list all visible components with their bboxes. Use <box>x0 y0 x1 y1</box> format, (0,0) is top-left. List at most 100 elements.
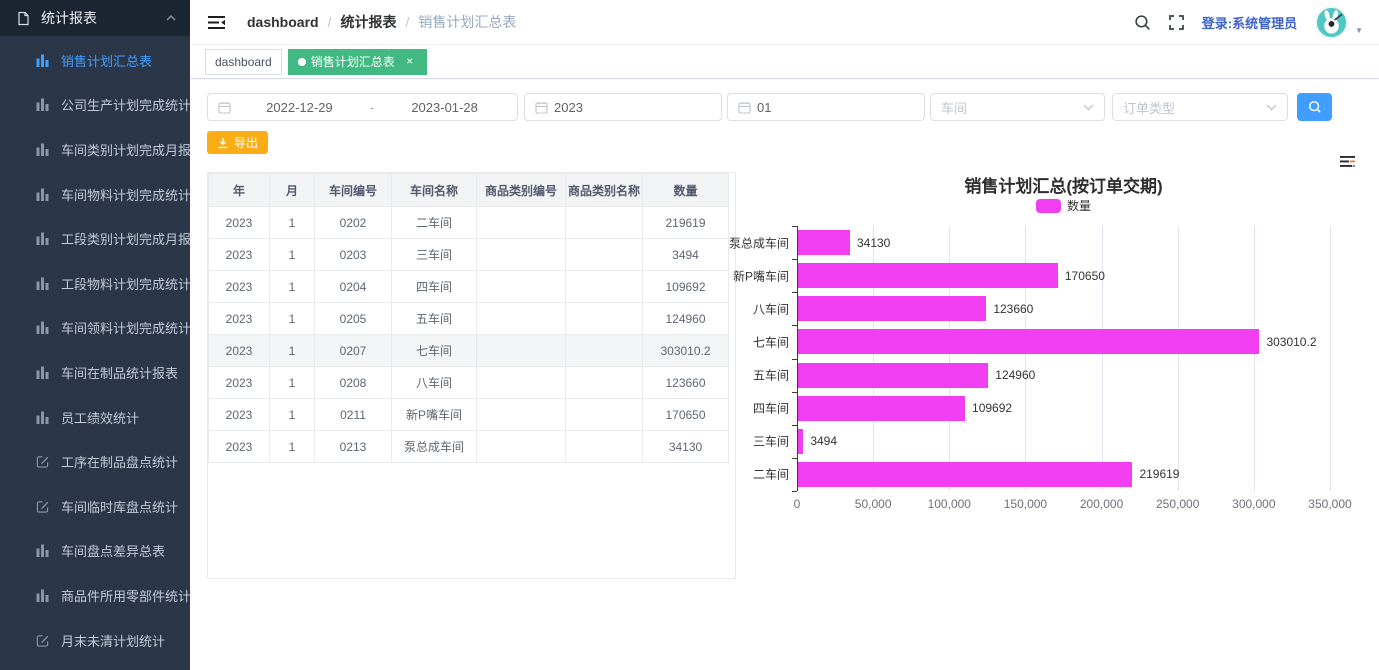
date-range-picker[interactable]: 2022-12-29 - 2023-01-28 <box>207 93 518 121</box>
table-row[interactable]: 202310213泵总成车间34130 <box>209 431 729 463</box>
search-button[interactable] <box>1297 93 1332 121</box>
sidebar-item[interactable]: 工段物料计划完成统计 <box>0 261 190 306</box>
search-icon[interactable] <box>1134 14 1151 31</box>
order-type-select[interactable]: 订单类型 <box>1112 93 1288 121</box>
sidebar-item-label: 公司生产计划完成统计 <box>61 95 190 114</box>
chart-gridline <box>1330 226 1331 491</box>
active-tag-dot-icon <box>298 58 306 66</box>
table-cell <box>477 207 566 239</box>
y-axis-category-label: 三车间 <box>753 433 789 450</box>
bar-value-label: 3494 <box>810 434 837 448</box>
chart-legend[interactable]: 数量 <box>797 197 1330 214</box>
chart-gridline <box>1178 226 1179 491</box>
table-cell <box>477 335 566 367</box>
sidebar-item[interactable]: 工序在制品盘点统计 <box>0 439 190 484</box>
tag-label: dashboard <box>215 55 272 69</box>
sales-plan-table-container: 年月车间编号车间名称商品类别编号商品类别名称数量202310202二车间2196… <box>207 172 736 579</box>
edit-icon <box>36 500 49 513</box>
sidebar-item[interactable]: 车间类别计划完成月报 <box>0 127 190 172</box>
table-cell <box>477 271 566 303</box>
workshop-select[interactable]: 车间 <box>930 93 1105 121</box>
month-picker[interactable]: 01 <box>727 93 925 121</box>
x-axis-tick-label: 300,000 <box>1232 497 1275 511</box>
y-axis-category-label: 五车间 <box>753 367 789 384</box>
table-row[interactable]: 202310203三车间3494 <box>209 239 729 271</box>
table-column-header: 月 <box>270 174 315 207</box>
table-cell: 2023 <box>209 239 270 271</box>
sidebar-item-label: 车间盘点差异总表 <box>61 541 165 560</box>
x-axis-tick-label: 150,000 <box>1004 497 1047 511</box>
month-value[interactable]: 01 <box>757 100 771 115</box>
bar-value-label: 303010.2 <box>1266 335 1316 349</box>
table-row[interactable]: 202310207七车间303010.2 <box>209 335 729 367</box>
table-cell: 124960 <box>643 303 729 335</box>
table-cell: 泵总成车间 <box>392 431 477 463</box>
bar-chart-icon <box>36 321 49 334</box>
table-cell <box>477 303 566 335</box>
sidebar-item[interactable]: 车间临时库盘点统计 <box>0 484 190 529</box>
table-cell: 0204 <box>315 271 392 303</box>
chart-bar[interactable] <box>798 363 988 388</box>
sidebar-item[interactable]: 工段类别计划完成月报 <box>0 216 190 261</box>
date-range-end[interactable]: 2023-01-28 <box>382 100 507 115</box>
sidebar-item[interactable]: 车间盘点差异总表 <box>0 529 190 574</box>
table-cell: 0211 <box>315 399 392 431</box>
table-cell: 三车间 <box>392 239 477 271</box>
table-cell: 219619 <box>643 207 729 239</box>
table-cell: 0202 <box>315 207 392 239</box>
menu-fold-icon[interactable] <box>198 9 235 36</box>
sidebar-item[interactable]: 车间物料计划完成统计 <box>0 172 190 217</box>
sidebar-item[interactable]: 销售计划汇总表 <box>0 38 190 83</box>
export-button[interactable]: 导出 <box>207 131 268 154</box>
sidebar-item[interactable]: 商品件所用零部件统计 <box>0 573 190 618</box>
tag-label: 销售计划汇总表 <box>311 53 395 70</box>
sidebar: 统计报表 销售计划汇总表公司生产计划完成统计车间类别计划完成月报车间物料计划完成… <box>0 0 190 670</box>
table-cell: 0203 <box>315 239 392 271</box>
year-value[interactable]: 2023 <box>554 100 583 115</box>
breadcrumb-report-group[interactable]: 统计报表 <box>340 12 396 32</box>
table-cell: 123660 <box>643 367 729 399</box>
table-header-row: 年月车间编号车间名称商品类别编号商品类别名称数量 <box>209 174 729 207</box>
user-menu[interactable]: ▼ <box>1315 6 1363 39</box>
y-axis-category-label: 泵总成车间 <box>729 234 789 251</box>
order-type-select-placeholder: 订单类型 <box>1123 98 1260 117</box>
table-row[interactable]: 202310208八车间123660 <box>209 367 729 399</box>
sidebar-item-label: 工段物料计划完成统计 <box>61 274 190 293</box>
table-row[interactable]: 202310205五车间124960 <box>209 303 729 335</box>
chart-bar[interactable] <box>798 296 986 321</box>
sidebar-item[interactable]: 员工绩效统计 <box>0 395 190 440</box>
calendar-icon <box>218 101 231 114</box>
chart-toolbox-icon[interactable] <box>1340 155 1355 173</box>
tags-view: dashboard 销售计划汇总表 × <box>190 45 1379 79</box>
sidebar-menu-header[interactable]: 统计报表 <box>0 0 190 36</box>
tag-close-icon[interactable]: × <box>403 55 417 69</box>
table-row[interactable]: 202310211新P嘴车间170650 <box>209 399 729 431</box>
table-row[interactable]: 202310204四车间109692 <box>209 271 729 303</box>
table-column-header: 商品类别名称 <box>566 174 643 207</box>
avatar[interactable] <box>1315 6 1348 39</box>
chart-bar[interactable] <box>798 230 850 255</box>
tag-dashboard[interactable]: dashboard <box>205 49 282 75</box>
chart-bar[interactable] <box>798 263 1058 288</box>
chart-title: 销售计划汇总(按订单交期) <box>797 172 1330 197</box>
sidebar-item[interactable]: 月末未清计划统计 <box>0 618 190 663</box>
page-content: 2022-12-29 - 2023-01-28 2023 01 车间 订单类型 … <box>190 80 1379 670</box>
table-row[interactable]: 202310202二车间219619 <box>209 207 729 239</box>
chart-bar[interactable] <box>798 396 965 421</box>
year-picker[interactable]: 2023 <box>524 93 722 121</box>
date-range-start[interactable]: 2022-12-29 <box>237 100 362 115</box>
table-cell <box>566 271 643 303</box>
caret-down-icon[interactable]: ▼ <box>1355 26 1363 35</box>
chart-bar[interactable] <box>798 329 1259 354</box>
sidebar-item[interactable]: 车间领料计划完成统计 <box>0 306 190 351</box>
breadcrumb-dashboard[interactable]: dashboard <box>247 14 319 30</box>
fullscreen-icon[interactable] <box>1169 15 1184 30</box>
sidebar-item[interactable]: 公司生产计划完成统计 <box>0 83 190 128</box>
chart-bar[interactable] <box>798 462 1132 487</box>
y-axis-tick <box>792 458 797 459</box>
y-axis-category-label: 四车间 <box>753 400 789 417</box>
tag-sales-plan-summary[interactable]: 销售计划汇总表 × <box>288 49 427 75</box>
chart-bar[interactable] <box>798 429 803 454</box>
y-axis-tick <box>792 491 797 492</box>
sidebar-item[interactable]: 车间在制品统计报表 <box>0 350 190 395</box>
